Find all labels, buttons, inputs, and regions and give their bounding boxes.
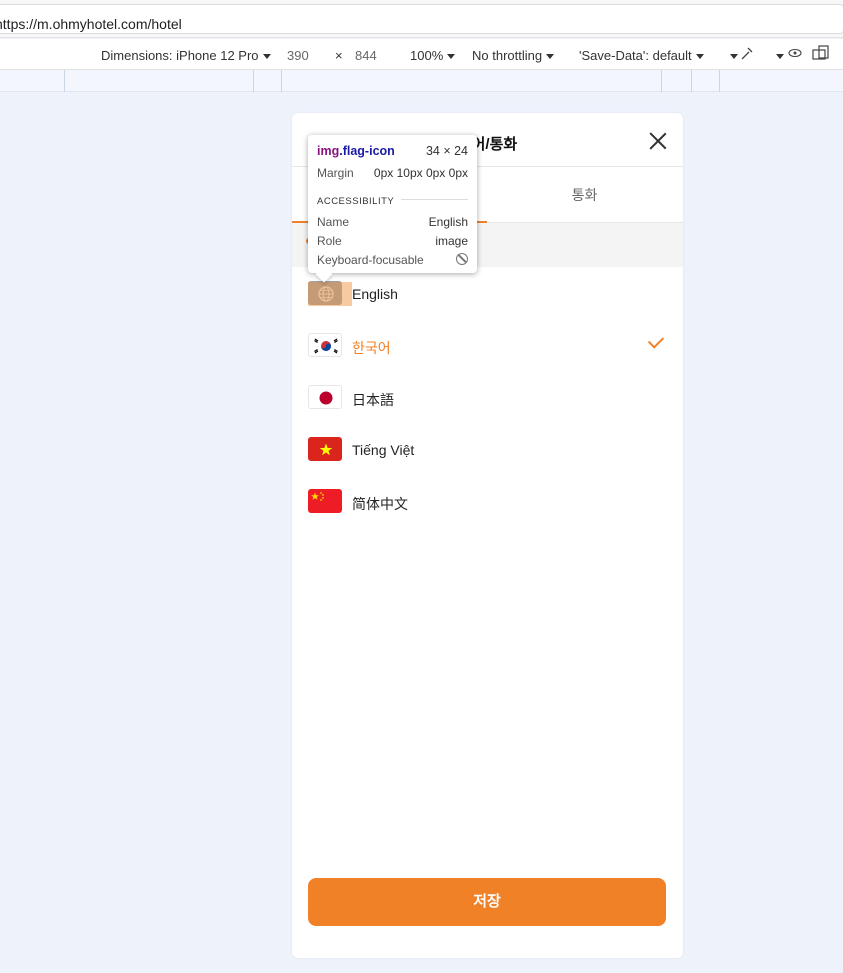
language-label: 한국어 (352, 340, 391, 356)
language-label: 简体中文 (352, 496, 408, 512)
device-select-label: Dimensions: iPhone 12 Pro (101, 48, 259, 63)
tooltip-focusable-row: Keyboard-focusable (317, 253, 468, 267)
tooltip-margin-row: Margin 0px 10px 0px 0px (317, 166, 468, 180)
tab-currency[interactable]: 통화 (487, 167, 682, 223)
language-label: 日本語 (352, 392, 394, 408)
rotate-device-icon[interactable] (812, 45, 830, 64)
width-input[interactable]: 390 (287, 48, 309, 63)
tooltip-role-row: Role image (317, 234, 468, 248)
eye-icon[interactable] (788, 47, 802, 62)
language-list: English 한국어 日本語 Tiếng Việt 简体中文 (292, 267, 683, 527)
not-allowed-icon (456, 253, 468, 265)
chevron-down-icon (695, 54, 704, 60)
language-label: Tiếng Việt (352, 442, 415, 458)
language-item-vietnamese[interactable]: Tiếng Việt (292, 423, 683, 475)
tooltip-margin-label: Margin (317, 166, 354, 180)
japan-flag-icon (308, 385, 342, 409)
chevron-down-icon (447, 54, 456, 60)
tooltip-element-class: .flag-icon (339, 144, 395, 158)
language-item-chinese[interactable]: 简体中文 (292, 475, 683, 527)
device-toolbar: Dimensions: iPhone 12 Pro 390 × 844 100%… (0, 39, 843, 70)
tooltip-role-value: image (435, 234, 468, 248)
korea-flag-icon (308, 333, 342, 357)
close-icon[interactable] (649, 132, 667, 150)
tooltip-element-tag: img (317, 144, 340, 158)
language-item-korean[interactable]: 한국어 (292, 319, 683, 371)
tooltip-name-row: Name English (317, 215, 468, 229)
throttling-label: No throttling (472, 48, 543, 63)
device-select[interactable]: Dimensions: iPhone 12 Pro (101, 48, 271, 63)
save-data-label: 'Save-Data': default (579, 48, 692, 63)
dimension-separator: × (335, 48, 343, 63)
chevron-down-icon[interactable] (772, 48, 784, 63)
url-text[interactable]: https://m.ohmyhotel.com/hotel (0, 16, 182, 32)
tooltip-margin-value: 0px 10px 0px 0px (373, 166, 468, 180)
tooltip-accessibility-title: ACCESSIBILITY (317, 196, 395, 207)
tooltip-name-value: English (428, 215, 468, 229)
throttling-select[interactable]: No throttling (472, 48, 555, 63)
tooltip-name-label: Name (317, 215, 350, 229)
language-item-japanese[interactable]: 日本語 (292, 371, 683, 423)
zoom-label: 100% (410, 48, 444, 63)
check-icon (647, 332, 665, 349)
vietnam-flag-icon (308, 437, 342, 461)
china-flag-icon (308, 489, 342, 513)
tooltip-accessibility-header: ACCESSIBILITY (317, 193, 468, 207)
chevron-down-icon (262, 54, 271, 60)
height-input[interactable]: 844 (355, 48, 377, 63)
media-query-ruler (0, 70, 843, 92)
eyedropper-icon[interactable] (740, 45, 754, 64)
browser-address-bar: https://m.ohmyhotel.com/hotel (0, 0, 843, 38)
url-field[interactable]: https://m.ohmyhotel.com/hotel (0, 4, 843, 34)
inspect-highlight (308, 282, 352, 306)
chevron-down-icon[interactable] (726, 48, 738, 63)
language-label: English (352, 286, 398, 302)
save-data-select[interactable]: 'Save-Data': default (579, 48, 704, 63)
tooltip-focusable-label: Keyboard-focusable (317, 253, 424, 267)
tooltip-element-row: img.flag-icon 34 × 24 (317, 144, 468, 158)
save-button[interactable]: 저장 (308, 878, 666, 926)
zoom-select[interactable]: 100% (410, 48, 456, 63)
tooltip-role-label: Role (317, 234, 342, 248)
tooltip-size: 34 × 24 (425, 144, 468, 158)
chevron-down-icon (546, 54, 555, 60)
divider (401, 199, 468, 200)
inspect-tooltip: img.flag-icon 34 × 24 Margin 0px 10px 0p… (308, 135, 477, 273)
